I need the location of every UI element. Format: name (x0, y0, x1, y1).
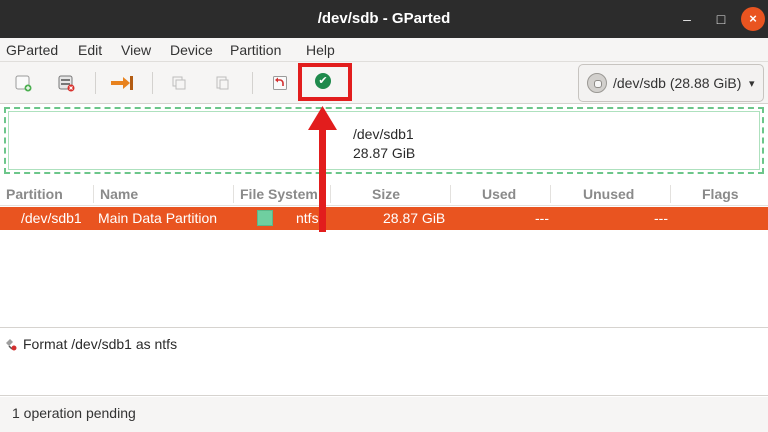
device-selector[interactable]: /dev/sdb (28.88 GiB) ▾ (578, 64, 764, 102)
menu-device[interactable]: Device (170, 42, 213, 58)
table-row[interactable]: /dev/sdb1 Main Data Partition ntfs 28.87… (0, 207, 768, 230)
paste-icon[interactable] (210, 71, 234, 95)
cell-name: Main Data Partition (98, 210, 218, 226)
disk-icon (587, 73, 607, 93)
delete-partition-icon[interactable] (54, 71, 78, 95)
undo-icon[interactable] (268, 71, 292, 95)
menu-gparted[interactable]: GParted (6, 42, 58, 58)
menu-view[interactable]: View (121, 42, 151, 58)
column-name[interactable]: Name (100, 186, 138, 202)
menu-bar: GParted Edit View Device Partition Help (0, 38, 768, 62)
pending-operations-pane: Format /dev/sdb1 as ntfs (0, 330, 768, 396)
column-file-system[interactable]: File System (240, 186, 318, 202)
menu-help[interactable]: Help (306, 42, 335, 58)
menu-partition[interactable]: Partition (230, 42, 281, 58)
graph-partition-name: /dev/sdb1 (353, 126, 414, 142)
cell-size: 28.87 GiB (383, 210, 446, 226)
device-selector-label: /dev/sdb (28.88 GiB) (613, 75, 742, 91)
column-unused[interactable]: Unused (583, 186, 634, 202)
chevron-down-icon: ▾ (749, 78, 755, 90)
maximize-button[interactable]: □ (709, 7, 733, 31)
cell-partition: /dev/sdb1 (21, 210, 82, 226)
menu-edit[interactable]: Edit (78, 42, 102, 58)
title-bar: /dev/sdb - GParted – □ × (0, 0, 768, 38)
new-partition-icon[interactable] (11, 71, 35, 95)
operation-item[interactable]: Format /dev/sdb1 as ntfs (23, 336, 177, 352)
cell-unused: --- (654, 210, 668, 226)
minimize-button[interactable]: – (675, 7, 699, 31)
column-size[interactable]: Size (372, 186, 400, 202)
column-used[interactable]: Used (482, 186, 516, 202)
graph-partition-size: 28.87 GiB (353, 145, 416, 161)
close-button[interactable]: × (741, 7, 765, 31)
partition-graph[interactable]: /dev/sdb1 28.87 GiB (4, 107, 764, 174)
filesystem-color-swatch (257, 210, 273, 226)
cell-used: --- (535, 210, 549, 226)
annotation-highlight-box (298, 63, 352, 101)
partition-table-header: Partition Name File System Size Used Unu… (0, 182, 768, 206)
format-operation-icon (3, 336, 19, 352)
status-bar: 1 operation pending (0, 397, 768, 432)
resize-move-icon[interactable] (110, 71, 134, 95)
status-text: 1 operation pending (12, 405, 136, 421)
cell-filesystem: ntfs (296, 210, 319, 226)
partition-list-area[interactable] (0, 230, 768, 328)
column-flags[interactable]: Flags (702, 186, 739, 202)
toolbar: /dev/sdb (28.88 GiB) ▾ (0, 62, 768, 104)
copy-icon[interactable] (167, 71, 191, 95)
column-partition[interactable]: Partition (6, 186, 63, 202)
window-title: /dev/sdb - GParted (317, 10, 451, 27)
